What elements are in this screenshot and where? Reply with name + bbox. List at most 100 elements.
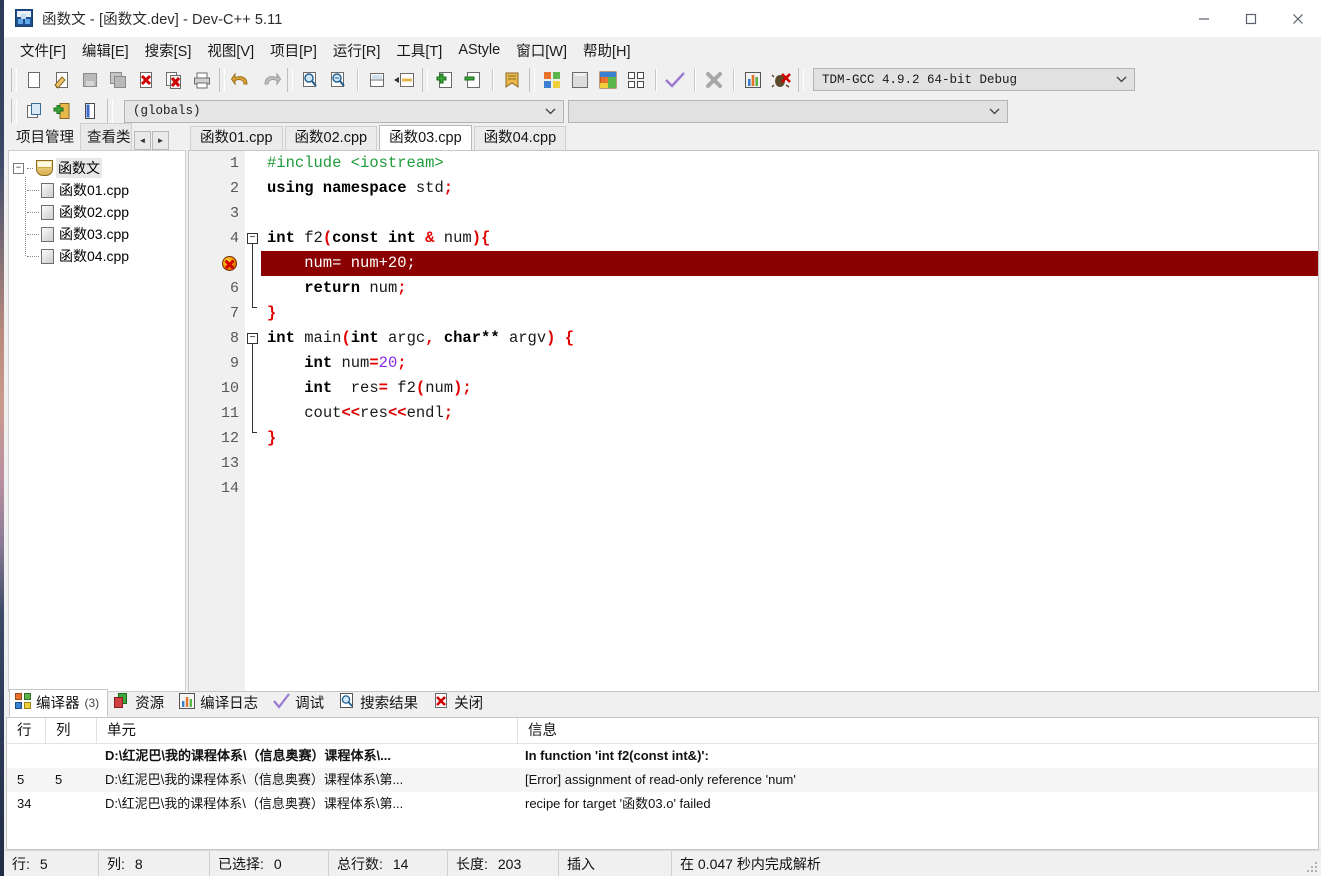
compile-icon[interactable] [538, 66, 566, 93]
fold-toggle-icon[interactable]: − [247, 233, 258, 244]
cell-unit: D:\红泥巴\我的课程体系\（信息奥赛）课程体系\第... [105, 772, 404, 787]
tab-compile-log[interactable]: 编译日志 [173, 689, 267, 717]
tree-item-file[interactable]: 函数03.cpp [25, 223, 181, 245]
tab-search-results[interactable]: 搜索结果 [333, 689, 427, 717]
maximize-icon[interactable] [1227, 0, 1274, 37]
tab-project-manager[interactable]: 项目管理 [10, 124, 80, 150]
minimize-icon[interactable] [1180, 0, 1227, 37]
arrow-right-icon[interactable]: ► [152, 131, 169, 150]
tab-search-results-label: 搜索结果 [360, 696, 419, 712]
syntax-check-icon[interactable] [661, 66, 689, 93]
tab-debug[interactable]: 调试 [267, 689, 333, 717]
run-icon[interactable] [566, 66, 594, 93]
save-all-icon[interactable] [104, 66, 132, 93]
project-options-icon[interactable] [498, 66, 526, 93]
table-row[interactable]: D:\红泥巴\我的课程体系\（信息奥赛）课程体系\... In function… [7, 744, 1318, 768]
menu-edit[interactable]: 编辑[E] [74, 38, 137, 63]
new-file-icon[interactable] [20, 66, 48, 93]
fold-toggle-icon[interactable]: − [247, 333, 258, 344]
menu-window[interactable]: 窗口[W] [508, 38, 575, 63]
project-panel-tabs: 项目管理 查看类 ◄ ► [6, 123, 188, 150]
toolbar-grip-6[interactable] [798, 67, 804, 92]
resize-grip[interactable] [1307, 862, 1319, 874]
find-next-icon[interactable] [324, 66, 352, 93]
menu-help[interactable]: 帮助[H] [575, 38, 639, 63]
insert-icon[interactable] [20, 98, 48, 125]
close-icon[interactable] [1274, 0, 1321, 37]
find-icon[interactable] [296, 66, 324, 93]
stop-execution-icon[interactable] [700, 66, 728, 93]
toolbar-grip-8[interactable] [107, 99, 113, 123]
editor-tab-1[interactable]: 函数02.cpp [284, 126, 378, 150]
new-class-icon[interactable] [76, 98, 104, 125]
debug-icon[interactable] [767, 66, 795, 93]
tree-item-file[interactable]: 函数01.cpp [25, 179, 181, 201]
editor-tab-0[interactable]: 函数01.cpp [190, 126, 283, 150]
editor-tab-2[interactable]: 函数03.cpp [379, 125, 472, 151]
compiler-messages-grid[interactable]: 行 列 单元 信息 D:\红泥巴\我的课程体系\（信息奥赛）课程体系\... I… [6, 717, 1319, 850]
tab-class-browser[interactable]: 查看类 [80, 123, 132, 150]
editor-tab-3[interactable]: 函数04.cpp [473, 126, 567, 150]
menu-run[interactable]: 运行[R] [325, 38, 389, 63]
code-folding-column[interactable]: − − [245, 151, 261, 691]
menu-project[interactable]: 项目[P] [262, 38, 325, 63]
toolbar-grip-5[interactable] [529, 67, 535, 92]
column-header-message[interactable]: 信息 [518, 718, 1318, 744]
profile-icon[interactable] [739, 66, 767, 93]
print-icon[interactable] [188, 66, 216, 93]
menu-view[interactable]: 视图[V] [199, 38, 262, 63]
column-header-col[interactable]: 列 [46, 718, 96, 744]
close-all-icon[interactable] [160, 66, 188, 93]
column-header-unit[interactable]: 单元 [97, 718, 517, 744]
redo-icon[interactable] [256, 66, 284, 93]
scope-combo-value: (globals) [133, 104, 201, 118]
tab-resource[interactable]: 资源 [108, 689, 173, 717]
add-to-project-icon[interactable] [431, 66, 459, 93]
open-file-icon[interactable] [48, 66, 76, 93]
toolbar-grip[interactable] [11, 67, 17, 92]
compile-and-run-icon[interactable] [594, 66, 622, 93]
tree-item-file[interactable]: 函数04.cpp [25, 245, 181, 267]
save-file-icon[interactable] [76, 66, 104, 93]
tab-close-panel[interactable]: 关闭 [427, 689, 492, 717]
tree-item-file[interactable]: 函数02.cpp [25, 201, 181, 223]
code-editor[interactable]: 1 2 3 4 6 7 8 9 10 11 12 13 14 − − #incl… [188, 150, 1319, 692]
goto-line-icon[interactable] [363, 66, 391, 93]
scope-combo[interactable]: (globals) [124, 99, 564, 123]
toolbar-grip-2[interactable] [219, 67, 225, 92]
fold-guide [252, 344, 253, 432]
toggle-breakpoint-icon[interactable] [48, 98, 76, 125]
toolbar-grip-7[interactable] [11, 99, 17, 123]
rebuild-all-icon[interactable] [622, 66, 650, 93]
debug-check-icon [273, 692, 291, 713]
toolbar-grip-4[interactable] [422, 67, 428, 92]
toolbar-grip-3[interactable] [287, 67, 293, 92]
menu-search[interactable]: 搜索[S] [137, 38, 200, 63]
project-tree[interactable]: − 函数文 函数01.cpp 函数02.cpp 函数03.cpp 函数04.cp… [8, 150, 186, 692]
status-parse-time: 在 0.047 秒内完成解析 [680, 855, 821, 872]
cell-unit: D:\红泥巴\我的课程体系\（信息奥赛）课程体系\... [105, 748, 392, 763]
source-file-icon [41, 248, 54, 264]
error-bullet-icon[interactable] [189, 251, 245, 276]
remove-from-project-icon[interactable] [459, 66, 487, 93]
table-row[interactable]: 5 5 D:\红泥巴\我的课程体系\（信息奥赛）课程体系\第... [Error… [7, 768, 1318, 792]
undo-icon[interactable] [228, 66, 256, 93]
status-insert-mode[interactable]: 插入 [559, 851, 671, 876]
members-combo[interactable] [568, 99, 1008, 123]
table-row[interactable]: 34 D:\红泥巴\我的课程体系\（信息奥赛）课程体系\第... recipe … [7, 792, 1318, 816]
collapse-icon[interactable]: − [13, 162, 24, 174]
menu-tools[interactable]: 工具[T] [388, 38, 450, 63]
status-length-value: 203 [497, 855, 522, 872]
tab-compiler[interactable]: 编译器 (3) [9, 689, 109, 717]
menu-astyle[interactable]: AStyle [450, 40, 508, 60]
panel-tab-nav: ◄ ► [133, 131, 169, 150]
goto-function-icon[interactable] [391, 66, 419, 93]
column-header-line[interactable]: 行 [7, 718, 45, 744]
code-text[interactable]: #include <iostream> using namespace std;… [261, 151, 1318, 691]
compiler-set-combo[interactable]: TDM-GCC 4.9.2 64-bit Debug [813, 68, 1135, 91]
arrow-left-icon[interactable]: ◄ [134, 131, 151, 150]
close-file-icon[interactable] [132, 66, 160, 93]
tree-root-node[interactable]: − 函数文 [13, 157, 181, 179]
menu-file[interactable]: 文件[F] [12, 38, 74, 63]
